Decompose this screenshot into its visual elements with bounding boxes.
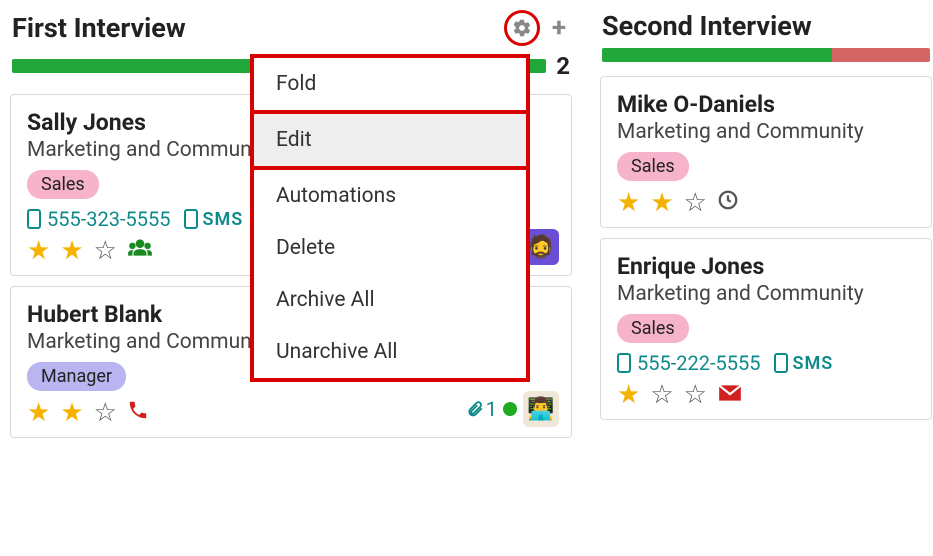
star-icon[interactable] [27,238,50,264]
menu-item-fold[interactable]: Fold [254,58,526,110]
status-dot [503,402,517,416]
mobile-icon [774,353,788,373]
menu-item-archive-all[interactable]: Archive All [254,274,526,326]
tag[interactable]: Sales [27,170,99,199]
add-button[interactable]: + [548,15,570,41]
sms-link[interactable]: SMS [774,353,833,374]
column-count: 2 [556,52,570,80]
candidate-subtitle: Marketing and Community [617,282,915,306]
menu-item-delete[interactable]: Delete [254,222,526,274]
tag[interactable]: Sales [617,314,689,343]
star-icon[interactable] [617,190,640,216]
candidate-card[interactable]: Enrique Jones Marketing and Community Sa… [600,238,932,420]
candidate-name: Enrique Jones [617,253,915,280]
tag[interactable]: Manager [27,362,126,391]
star-icon[interactable] [684,382,707,408]
group-icon [127,237,153,265]
star-icon[interactable] [650,190,673,216]
mobile-icon [617,353,631,373]
attachment-indicator[interactable]: 1 [466,397,497,421]
progress-bar [602,48,930,62]
star-icon[interactable] [650,382,673,408]
column-title: Second Interview [602,10,812,42]
star-icon[interactable] [684,190,707,216]
star-icon[interactable] [617,382,640,408]
column-settings-menu: Fold Edit Automations Delete Archive All… [250,54,530,382]
star-icon[interactable] [60,238,83,264]
mobile-icon [184,209,198,229]
phone-number[interactable]: 555-222-5555 [617,351,760,375]
phone-number[interactable]: 555-323-5555 [27,207,170,231]
envelope-icon[interactable] [717,381,743,409]
tag[interactable]: Sales [617,152,689,181]
candidate-subtitle: Marketing and Community [617,120,915,144]
star-icon[interactable] [94,400,117,426]
gear-icon [512,18,532,38]
sms-link[interactable]: SMS [184,209,243,230]
star-icon[interactable] [94,238,117,264]
star-icon[interactable] [60,400,83,426]
gear-button[interactable] [504,10,540,46]
candidate-card[interactable]: Mike O-Daniels Marketing and Community S… [600,76,932,228]
menu-item-unarchive-all[interactable]: Unarchive All [254,326,526,378]
phone-icon[interactable] [127,399,149,427]
menu-item-edit[interactable]: Edit [254,114,526,166]
avatar[interactable]: 👨‍💻 [523,391,559,427]
mobile-icon [27,209,41,229]
star-icon[interactable] [27,400,50,426]
column-title: First Interview [12,12,186,44]
candidate-name: Mike O-Daniels [617,91,915,118]
clock-icon [717,189,739,217]
menu-item-automations[interactable]: Automations [254,170,526,222]
